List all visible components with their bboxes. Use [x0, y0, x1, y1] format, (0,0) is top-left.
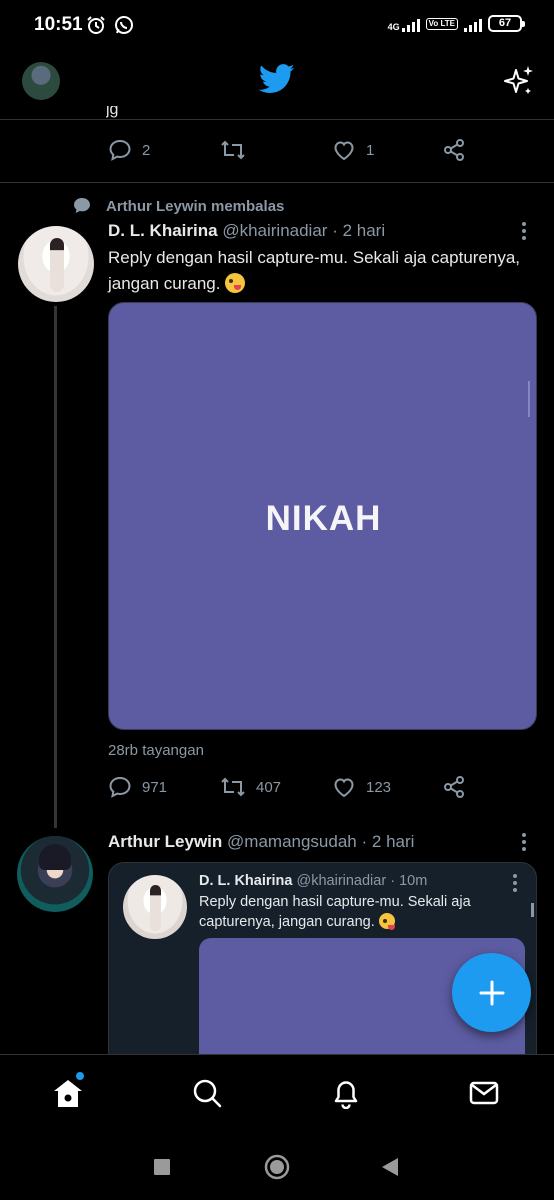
- reply-icon: [109, 139, 131, 161]
- quote-author-avatar: [123, 875, 187, 939]
- like-button[interactable]: 1: [332, 138, 374, 162]
- tab-search[interactable]: [187, 1073, 227, 1113]
- reply-author-handle[interactable]: @mamangsudah: [227, 832, 357, 851]
- signal-icon-2: [464, 16, 482, 32]
- partial-tweet-text: jg: [106, 106, 119, 118]
- view-count[interactable]: 28rb tayangan: [108, 742, 204, 759]
- more-options-icon[interactable]: [513, 874, 519, 892]
- tweet-actions: 971 407 123: [108, 775, 468, 805]
- share-icon: [444, 776, 464, 798]
- tab-notifications[interactable]: [326, 1073, 366, 1113]
- like-count: 123: [366, 778, 392, 796]
- author-avatar[interactable]: [18, 226, 94, 302]
- volte-badge: Vo LTE: [425, 17, 458, 30]
- retweet-icon: [221, 777, 245, 797]
- bottom-tab-bar: [0, 1054, 554, 1134]
- whatsapp-icon: [115, 16, 133, 34]
- twitter-bird-icon[interactable]: [259, 64, 295, 94]
- battery-icon: 67: [488, 15, 525, 32]
- bell-icon: [334, 1081, 358, 1109]
- zany-face-emoji: [378, 913, 395, 930]
- quote-text-content: Reply dengan hasil capture-mu. Sekali aj…: [199, 894, 471, 930]
- quote-text: Reply dengan hasil capture-mu. Sekali aj…: [199, 892, 509, 932]
- meta-separator: ·: [332, 221, 338, 240]
- reply-button[interactable]: 2: [108, 138, 150, 162]
- home-circle-icon[interactable]: [264, 1154, 290, 1180]
- status-time: 10:51: [34, 14, 83, 35]
- zany-face-emoji: [225, 273, 246, 293]
- more-options-icon[interactable]: [522, 222, 528, 240]
- signal-icon: [401, 16, 420, 32]
- social-context-text: Arthur Leywin membalas: [106, 197, 285, 215]
- like-button[interactable]: 123: [332, 775, 391, 799]
- notification-dot: [76, 1072, 84, 1080]
- meta-separator: ·: [361, 832, 368, 851]
- author-name[interactable]: D. L. Khairina: [108, 221, 218, 240]
- quote-author-handle: @khairinadiar: [296, 873, 387, 889]
- reply-button[interactable]: 971: [108, 775, 167, 799]
- thread-line: [54, 306, 57, 828]
- quote-header: D. L. Khairina @khairinadiar · 10m: [199, 873, 427, 889]
- top-tweet-actions: 2 1: [108, 138, 468, 168]
- meta-separator: ·: [390, 873, 396, 889]
- plus-icon: [479, 980, 504, 1005]
- scrollbar[interactable]: [531, 903, 534, 917]
- heart-icon: [334, 778, 354, 798]
- share-button[interactable]: [442, 138, 466, 162]
- quote-time: 10m: [399, 873, 428, 889]
- heart-icon: [334, 141, 354, 161]
- reply-bubble-icon: [74, 198, 90, 213]
- retweet-icon: [221, 140, 245, 160]
- reply-tweet-header: Arthur Leywin @mamangsudah · 2 hari: [108, 832, 414, 852]
- home-icon: [54, 1080, 82, 1107]
- tweet-media[interactable]: NIKAH: [108, 302, 537, 730]
- search-icon: [193, 1079, 222, 1108]
- status-bar: 10:51 4G Vo LTE 67: [0, 0, 554, 52]
- divider: [0, 182, 554, 183]
- top-nav: [0, 52, 554, 120]
- retweet-button[interactable]: 407: [220, 775, 281, 799]
- reply-icon: [109, 776, 131, 798]
- reply-tweet-time[interactable]: 2 hari: [372, 832, 415, 851]
- tab-messages[interactable]: [464, 1073, 504, 1113]
- social-context[interactable]: Arthur Leywin membalas: [72, 196, 284, 216]
- alarm-icon: [87, 16, 105, 34]
- share-button[interactable]: [442, 775, 466, 799]
- retweet-button[interactable]: [220, 138, 256, 162]
- reply-author-name[interactable]: Arthur Leywin: [108, 832, 222, 851]
- media-text: NIKAH: [265, 499, 382, 538]
- retweet-count: 407: [256, 778, 282, 796]
- like-count: 1: [366, 141, 375, 159]
- media-scroll-indicator: [528, 381, 530, 417]
- compose-tweet-button[interactable]: [452, 953, 531, 1032]
- tweet-header: D. L. Khairina @khairinadiar · 2 hari: [108, 221, 385, 241]
- reply-count: 2: [142, 141, 151, 159]
- author-handle[interactable]: @khairinadiar: [222, 221, 327, 240]
- quote-author-name: D. L. Khairina: [199, 873, 293, 889]
- share-icon: [444, 139, 464, 161]
- tweet-time[interactable]: 2 hari: [343, 221, 386, 240]
- system-nav-bar: [0, 1134, 554, 1200]
- network-type: 4G: [387, 21, 400, 32]
- recents-icon[interactable]: [153, 1158, 171, 1176]
- more-options-icon[interactable]: [522, 833, 528, 851]
- profile-avatar[interactable]: [22, 62, 60, 100]
- sparkle-icon[interactable]: [502, 64, 536, 98]
- mail-icon: [469, 1081, 499, 1105]
- tweet-text: Reply dengan hasil capture-mu. Sekali aj…: [108, 245, 528, 297]
- reply-count: 971: [142, 778, 168, 796]
- back-icon[interactable]: [380, 1156, 400, 1178]
- tweet-text-content: Reply dengan hasil capture-mu. Sekali aj…: [108, 248, 521, 293]
- reply-author-avatar[interactable]: [17, 836, 93, 912]
